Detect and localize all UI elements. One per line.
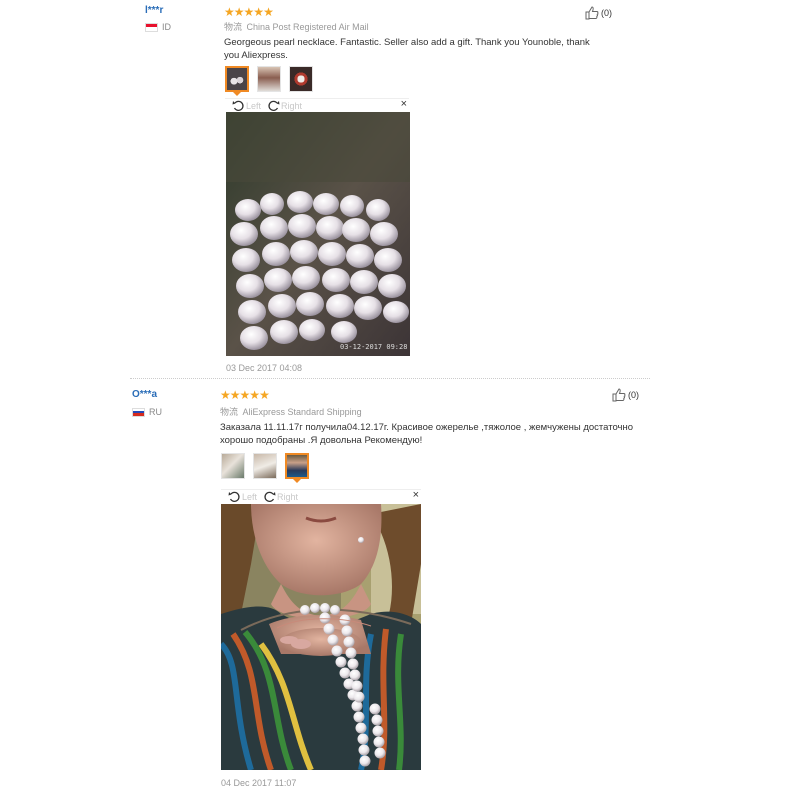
reviewer-country: RU [132,407,162,417]
rotate-right-label: Right [277,491,299,502]
review-date: 04 Dec 2017 11:07 [221,778,297,788]
star-icon: ★ [229,388,241,402]
rotate-left-button[interactable]: Left [228,491,257,503]
star-icon: ★ [259,388,270,402]
photo-thumbnail[interactable] [285,453,309,483]
rotate-left-icon [232,100,244,111]
shipping-label: 物流 [220,407,239,417]
photo-thumbnail[interactable] [253,453,277,479]
photo-thumbnail[interactable] [225,66,249,96]
rotate-right-label: Right [281,100,303,111]
review-photo: 03-12-2017 09:28 [226,112,410,356]
photo-timestamp: 03-12-2017 09:28 [340,343,408,351]
star-icon: ★ [220,388,231,402]
rotate-left-label: Left [242,491,258,502]
star-rating: ★ ★ ★ ★ ★ [224,5,274,19]
rotate-left-label: Left [246,100,262,111]
photo-thumbnails [225,66,313,96]
country-code: RU [149,407,162,417]
star-icon: ★ [224,5,235,19]
close-icon[interactable]: × [413,489,419,501]
shipping-method: 物流 China Post Registered Air Mail [224,20,369,33]
review-text: Заказала 11.11.17г получила04.12.17г. Кр… [220,422,634,446]
review-text: Georgeous pearl necklace. Fantastic. Sel… [224,37,590,61]
reviewer-name[interactable]: O***a [132,389,157,400]
photo-thumbnail[interactable] [221,453,245,479]
review-date: 03 Dec 2017 04:08 [226,363,303,373]
review-photo [221,504,421,770]
woman-wearing-pearls-photo [221,504,421,770]
star-icon: ★ [249,388,260,402]
country-code: ID [162,22,171,32]
star-rating: ★ ★ ★ ★ ★ [220,388,270,402]
thumbs-up-icon [612,388,626,402]
rotate-left-icon [228,491,240,502]
photo-viewer-toolbar: Left Right × [221,489,421,503]
pearl-necklace-photo [226,112,410,356]
review-item: l***r ID ★ ★ ★ ★ ★ 物流 China Post Registe… [0,0,800,378]
shipping-name: AliExpress Standard Shipping [242,407,362,417]
review-item: O***a RU ★ ★ ★ ★ ★ 物流 AliExpress Standar… [0,380,800,800]
rotate-right-button[interactable]: Right [267,100,302,112]
helpful-button[interactable]: (0) [585,6,612,20]
reviewer-country: ID [145,22,171,32]
rotate-right-icon [264,491,276,502]
shipping-name: China Post Registered Air Mail [246,22,369,32]
flag-icon [132,407,145,417]
photo-thumbnail[interactable] [289,66,313,92]
rotate-right-icon [268,100,280,111]
shipping-method: 物流 AliExpress Standard Shipping [220,405,362,418]
star-icon: ★ [233,5,245,19]
helpful-count: (0) [628,390,639,400]
rotate-right-button[interactable]: Right [263,491,298,503]
rotate-left-button[interactable]: Left [232,100,261,112]
close-icon[interactable]: × [401,98,407,110]
photo-thumbnails [221,453,309,483]
star-icon: ★ [243,5,255,19]
shipping-label: 物流 [224,22,243,32]
reviewer-name[interactable]: l***r [145,5,163,16]
review-divider [130,378,650,379]
photo-thumbnail[interactable] [257,66,281,92]
flag-icon [145,22,158,32]
photo-viewer-toolbar: Left Right × [225,98,409,112]
star-icon: ★ [253,5,264,19]
star-icon: ★ [263,5,274,19]
thumbs-up-icon [585,6,599,20]
star-icon: ★ [239,388,251,402]
helpful-button[interactable]: (0) [612,388,639,402]
helpful-count: (0) [601,8,612,18]
